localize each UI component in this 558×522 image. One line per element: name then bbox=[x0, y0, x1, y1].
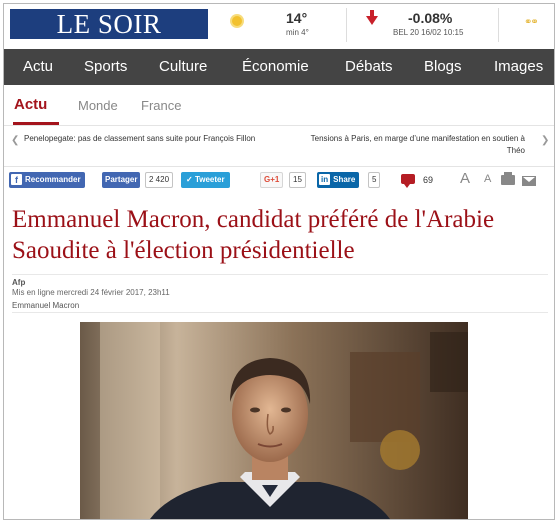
twitter-icon: ✓ bbox=[186, 175, 195, 184]
portrait-image bbox=[80, 322, 468, 519]
article-source: Afp bbox=[12, 278, 26, 287]
main-nav: Actu Sports Culture Économie Débats Blog… bbox=[4, 49, 554, 85]
bourse-change[interactable]: -0.08% bbox=[408, 10, 452, 26]
nav-item-actu[interactable]: Actu bbox=[23, 49, 53, 85]
next-article-link[interactable]: Tensions à Paris, en marge d’une manifes… bbox=[304, 133, 525, 157]
bourse-time: BEL 20 16/02 10:15 bbox=[393, 28, 464, 37]
facebook-recommend-button[interactable]: f Recommander bbox=[9, 172, 85, 188]
arrow-down-icon bbox=[366, 10, 378, 25]
article-date: Mis en ligne mercredi 24 février 2017, 2… bbox=[12, 288, 170, 297]
chevron-left-icon[interactable]: ❮ bbox=[11, 135, 19, 146]
mail-icon[interactable] bbox=[522, 176, 536, 186]
top-header: LE SOIR 14° min 4° -0.08% BEL 20 16/02 1… bbox=[4, 4, 554, 48]
sun-icon bbox=[232, 16, 242, 26]
comment-icon[interactable] bbox=[401, 174, 415, 188]
nav-item-images[interactable]: Images bbox=[494, 49, 543, 85]
print-icon[interactable] bbox=[501, 172, 515, 185]
article-navigation: ❮ Penelopegate: pas de classement sans s… bbox=[4, 126, 554, 167]
linkedin-share-button[interactable]: in Share bbox=[317, 172, 360, 188]
page-frame: LE SOIR 14° min 4° -0.08% BEL 20 16/02 1… bbox=[3, 3, 555, 520]
prev-article-link[interactable]: Penelopegate: pas de classement sans sui… bbox=[24, 133, 264, 145]
article-tag[interactable]: Emmanuel Macron bbox=[12, 301, 79, 310]
tab-france[interactable]: France bbox=[141, 98, 181, 113]
nav-item-debats[interactable]: Débats bbox=[345, 49, 393, 85]
linkedin-label: Share bbox=[333, 175, 356, 184]
comment-count[interactable]: 69 bbox=[423, 175, 433, 185]
tab-actu[interactable]: Actu bbox=[14, 96, 47, 113]
facebook-count: 2 420 bbox=[145, 172, 174, 188]
nav-item-culture[interactable]: Culture bbox=[159, 49, 207, 85]
google-plus-button[interactable]: G+1 bbox=[260, 172, 284, 188]
linkedin-count: 5 bbox=[368, 172, 381, 188]
article-title: Emmanuel Macron, candidat préféré de l'A… bbox=[12, 206, 495, 264]
recommend-label: Recommander bbox=[25, 175, 81, 184]
article-photo[interactable] bbox=[80, 322, 468, 519]
font-decrease-button[interactable]: A bbox=[484, 173, 491, 185]
font-increase-button[interactable]: A bbox=[460, 170, 470, 187]
sub-nav: Actu Monde France bbox=[4, 86, 554, 126]
twitter-tweet-button[interactable]: ✓ Tweeter bbox=[181, 172, 230, 188]
nav-item-blogs[interactable]: Blogs bbox=[424, 49, 462, 85]
weather-temp[interactable]: 14° bbox=[286, 10, 307, 26]
tweet-label: Tweeter bbox=[194, 175, 225, 184]
glasses-icon[interactable]: ⚭⚭ bbox=[524, 17, 539, 28]
google-plus-count: 15 bbox=[289, 172, 306, 188]
site-logo[interactable]: LE SOIR bbox=[10, 9, 208, 39]
active-tab-indicator bbox=[13, 122, 59, 125]
facebook-share-button[interactable]: Partager bbox=[102, 172, 141, 188]
divider bbox=[346, 8, 347, 42]
weather-min: min 4° bbox=[286, 28, 309, 37]
nav-item-economie[interactable]: Économie bbox=[242, 49, 309, 85]
divider bbox=[12, 274, 548, 275]
facebook-icon: f bbox=[11, 174, 22, 186]
share-bar: f Recommander Partager 2 420 ✓ Tweeter G+… bbox=[4, 170, 554, 192]
tab-monde[interactable]: Monde bbox=[78, 98, 118, 113]
chevron-right-icon[interactable]: ❯ bbox=[541, 135, 549, 146]
linkedin-icon: in bbox=[319, 174, 331, 186]
nav-item-sports[interactable]: Sports bbox=[84, 49, 127, 85]
divider bbox=[498, 8, 499, 42]
divider bbox=[12, 312, 548, 313]
